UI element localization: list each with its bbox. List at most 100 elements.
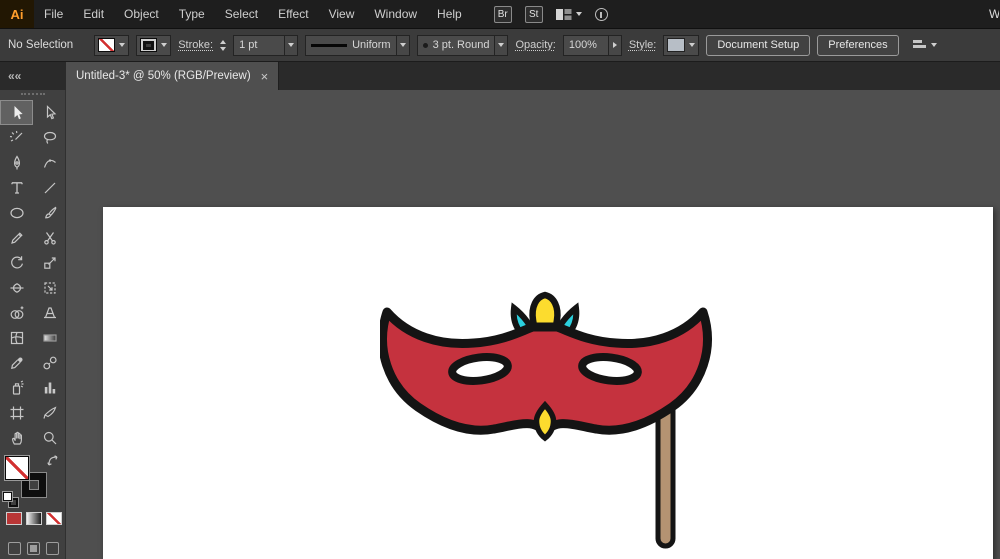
bridge-button[interactable]: Br [494,6,512,23]
tool-ellipse[interactable] [0,200,33,225]
opacity-label[interactable]: Opacity: [515,39,555,51]
eyedropper-icon [9,355,25,371]
tool-lasso[interactable] [33,125,66,150]
align-options[interactable] [912,39,937,51]
menu-item-edit[interactable]: Edit [73,0,114,28]
nose-gem[interactable] [537,405,554,438]
tool-pen[interactable] [0,150,33,175]
masquerade-mask-artwork[interactable] [380,290,715,559]
fill-color-dropdown[interactable] [94,35,129,56]
tool-free-transform[interactable] [33,275,66,300]
color-button[interactable] [6,512,22,525]
menu-item-file[interactable]: File [34,0,73,28]
tool-scale[interactable] [33,250,66,275]
canvas-area[interactable] [66,90,1000,559]
draw-behind-icon[interactable] [27,542,40,555]
stroke-weight-dropdown[interactable]: 1 pt [233,35,298,56]
brush-dropdown[interactable]: 3 pt. Round [417,35,509,56]
gradient-icon [42,330,58,346]
preferences-button[interactable]: Preferences [817,35,898,56]
stepper-down-icon[interactable] [220,47,226,51]
stock-button[interactable]: St [525,6,543,23]
tool-grid [0,100,66,450]
tool-artboard[interactable] [0,400,33,425]
swap-fill-stroke-icon[interactable] [47,455,59,467]
tool-pencil[interactable] [0,225,33,250]
default-fill-stroke-icon[interactable] [3,492,19,508]
illustrator-logo-icon[interactable]: Ai [0,0,34,28]
style-label[interactable]: Style: [629,39,657,51]
stroke-label[interactable]: Stroke: [178,39,213,51]
opacity-disclosure-zone[interactable] [608,36,621,55]
tool-scissors[interactable] [33,225,66,250]
selection-status: No Selection [8,39,87,51]
menu-item-type[interactable]: Type [169,0,215,28]
direct-selection-icon [42,105,58,121]
document-tab[interactable]: Untitled-3* @ 50% (RGB/Preview) × [66,62,279,90]
panel-grip[interactable] [21,93,45,95]
draw-normal-icon[interactable] [8,542,21,555]
dropdown-caret-zone[interactable] [396,36,409,55]
symbol-sprayer-icon [9,380,25,396]
document-setup-button[interactable]: Document Setup [706,35,810,56]
perspective-grid-icon [42,305,58,321]
brush-preview-icon [423,43,428,48]
lasso-icon [42,130,58,146]
collapse-panels-button[interactable]: «« [0,62,66,90]
stepper-up-icon[interactable] [220,40,226,44]
clipped-workspace-label: W [989,0,999,28]
mesh-icon [9,330,25,346]
tool-curvature[interactable] [33,150,66,175]
chevron-down-icon [576,12,582,16]
chevron-down-icon [498,43,504,47]
touch-workspace-icon[interactable] [595,8,608,21]
tool-rotate[interactable] [0,250,33,275]
tool-blend[interactable] [33,350,66,375]
gradient-button[interactable] [26,512,42,525]
tool-magic-wand[interactable] [0,125,33,150]
tool-symbol-sprayer[interactable] [0,375,33,400]
none-button[interactable] [46,512,62,525]
opacity-dropdown[interactable]: 100% [563,35,622,56]
slice-icon [42,405,58,421]
dropdown-caret-zone[interactable] [284,36,297,55]
stroke-weight-stepper[interactable] [220,40,226,51]
tool-mesh[interactable] [0,325,33,350]
tool-direct-selection[interactable] [33,100,66,125]
draw-inside-icon[interactable] [46,542,59,555]
tab-close-icon[interactable]: × [261,70,269,83]
workspace-switcher[interactable] [556,8,582,21]
stroke-color-dropdown[interactable] [136,35,171,56]
control-bar: No Selection Stroke: 1 pt Uniform 3 pt. … [0,28,1000,62]
style-dropdown[interactable] [663,35,699,56]
tool-column-graph[interactable] [33,375,66,400]
menu-item-window[interactable]: Window [364,0,427,28]
tool-slice[interactable] [33,400,66,425]
tool-shape-builder[interactable] [0,300,33,325]
menu-item-help[interactable]: Help [427,0,472,28]
tool-width[interactable] [0,275,33,300]
tool-selection[interactable] [0,100,33,125]
width-profile-dropdown[interactable]: Uniform [305,35,410,56]
chevron-down-icon [161,43,167,47]
tool-eyedropper[interactable] [0,350,33,375]
tool-perspective-grid[interactable] [33,300,66,325]
menubar: Ai File Edit Object Type Select Effect V… [0,0,1000,28]
menu-item-object[interactable]: Object [114,0,169,28]
tool-zoom[interactable] [33,425,66,450]
pen-icon [9,155,25,171]
dropdown-caret-zone[interactable] [494,36,507,55]
tool-type[interactable] [0,175,33,200]
width-profile-preview-icon [311,44,347,47]
tool-gradient[interactable] [33,325,66,350]
tool-line-segment[interactable] [33,175,66,200]
artboard[interactable] [103,207,993,559]
menu-item-view[interactable]: View [319,0,365,28]
tool-paintbrush[interactable] [33,200,66,225]
menu-item-select[interactable]: Select [215,0,268,28]
opacity-value: 100% [569,39,603,51]
fill-color-indicator[interactable] [5,456,29,480]
menu-item-effect[interactable]: Effect [268,0,318,28]
tool-hand[interactable] [0,425,33,450]
collapse-panels-icon: «« [8,69,21,83]
